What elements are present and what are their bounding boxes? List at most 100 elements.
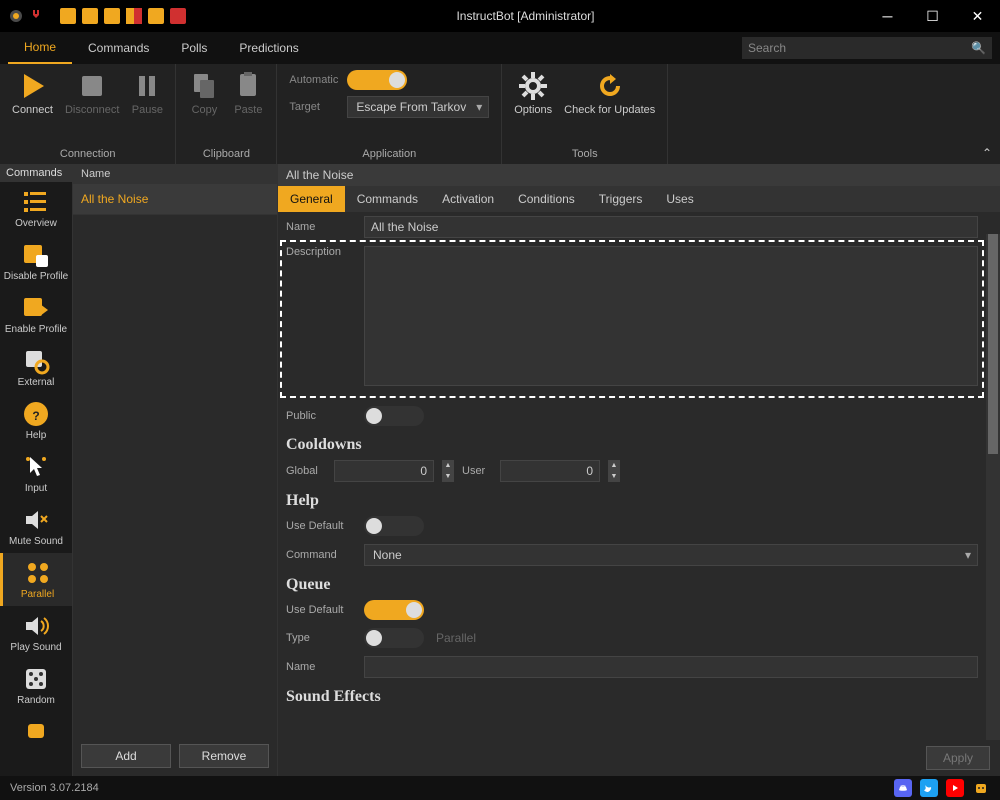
type-hint: Parallel xyxy=(436,631,476,645)
play-icon xyxy=(16,70,48,102)
type-toggle[interactable] xyxy=(364,628,424,648)
section-cooldowns: Cooldowns xyxy=(278,430,1000,456)
search-icon: 🔍 xyxy=(971,41,986,55)
global-input[interactable] xyxy=(334,460,434,482)
paste-button[interactable]: Paste xyxy=(232,70,264,116)
command-label: Command xyxy=(286,549,356,561)
connect-button[interactable]: Connect xyxy=(12,70,53,116)
type-label: Type xyxy=(286,632,356,644)
ribbon-group-label: Connection xyxy=(12,144,163,164)
external-icon xyxy=(22,347,50,375)
apply-button[interactable]: Apply xyxy=(926,746,990,770)
tab-predictions[interactable]: Predictions xyxy=(223,33,314,63)
queue-name-label: Name xyxy=(286,661,356,673)
sidebar-item-play-sound[interactable]: Play Sound xyxy=(0,606,72,659)
parallel-icon xyxy=(24,559,52,587)
detail-tab-triggers[interactable]: Triggers xyxy=(587,186,655,212)
public-toggle[interactable] xyxy=(364,406,424,426)
section-queue: Queue xyxy=(278,570,1000,596)
badge-icon[interactable] xyxy=(148,8,164,24)
tab-home[interactable]: Home xyxy=(8,32,72,64)
ribbon-group-label: Application xyxy=(289,144,489,164)
robot-icon xyxy=(22,718,50,746)
badge-icon[interactable] xyxy=(170,8,186,24)
svg-text:?: ? xyxy=(32,409,39,423)
window-title: InstructBot [Administrator] xyxy=(186,9,865,23)
copy-button[interactable]: Copy xyxy=(188,70,220,116)
sidebar-item-input[interactable]: Input xyxy=(0,447,72,500)
youtube-icon[interactable] xyxy=(946,779,964,797)
use-default-label: Use Default xyxy=(286,520,356,532)
user-spinner[interactable]: ▲▼ xyxy=(608,460,620,482)
check-updates-button[interactable]: Check for Updates xyxy=(564,70,655,116)
name-input[interactable] xyxy=(364,216,978,238)
minimize-button[interactable]: ─ xyxy=(865,0,910,32)
section-sound-effects: Sound Effects xyxy=(278,682,1000,708)
badge-icon[interactable] xyxy=(60,8,76,24)
description-label: Description xyxy=(286,246,356,258)
sidebar-item-random[interactable]: Random xyxy=(0,659,72,712)
detail-header: All the Noise xyxy=(278,164,1000,186)
sidebar-item-mute-sound[interactable]: Mute Sound xyxy=(0,500,72,553)
search-input[interactable]: 🔍 xyxy=(742,37,992,59)
ribbon-group-label: Clipboard xyxy=(188,144,264,164)
pause-button[interactable]: Pause xyxy=(131,70,163,116)
detail-tab-uses[interactable]: Uses xyxy=(654,186,705,212)
detail-tab-general[interactable]: General xyxy=(278,186,345,212)
app-icon xyxy=(8,8,24,24)
twitter-icon[interactable] xyxy=(920,779,938,797)
sidebar-item-external[interactable]: External xyxy=(0,341,72,394)
sidebar-title: Commands xyxy=(0,164,72,182)
ribbon-group-label: Tools xyxy=(514,144,655,164)
sidebar-item-disable-profile[interactable]: Disable Profile xyxy=(0,235,72,288)
queue-name-input[interactable] xyxy=(364,656,978,678)
close-button[interactable]: ✕ xyxy=(955,0,1000,32)
scrollbar[interactable] xyxy=(986,234,1000,740)
sidebar-item-more[interactable] xyxy=(0,712,72,752)
automatic-label: Automatic xyxy=(289,74,339,86)
dice-icon xyxy=(22,665,50,693)
badge-icon[interactable] xyxy=(126,8,142,24)
target-select[interactable]: Escape From Tarkov xyxy=(347,96,489,118)
options-button[interactable]: Options xyxy=(514,70,552,116)
collapse-ribbon-button[interactable]: ⌃ xyxy=(982,146,992,160)
sidebar-item-overview[interactable]: Overview xyxy=(0,182,72,235)
robot-icon[interactable] xyxy=(972,779,990,797)
queue-use-default-toggle[interactable] xyxy=(364,600,424,620)
user-input[interactable] xyxy=(500,460,600,482)
refresh-icon xyxy=(594,70,626,102)
plug-icon xyxy=(28,8,44,24)
description-input[interactable] xyxy=(364,246,978,386)
automatic-toggle[interactable] xyxy=(347,70,407,90)
global-label: Global xyxy=(286,465,326,477)
tab-polls[interactable]: Polls xyxy=(165,33,223,63)
help-use-default-toggle[interactable] xyxy=(364,516,424,536)
sidebar-item-enable-profile[interactable]: Enable Profile xyxy=(0,288,72,341)
detail-tab-commands[interactable]: Commands xyxy=(345,186,430,212)
version-label: Version 3.07.2184 xyxy=(10,782,886,794)
name-label: Name xyxy=(286,221,356,233)
stop-icon xyxy=(76,70,108,102)
tab-commands[interactable]: Commands xyxy=(72,33,165,63)
add-button[interactable]: Add xyxy=(81,744,171,768)
disconnect-button[interactable]: Disconnect xyxy=(65,70,119,116)
remove-button[interactable]: Remove xyxy=(179,744,269,768)
pause-icon xyxy=(131,70,163,102)
list-item[interactable]: All the Noise xyxy=(73,184,277,215)
target-label: Target xyxy=(289,101,339,113)
sound-icon xyxy=(22,612,50,640)
discord-icon[interactable] xyxy=(894,779,912,797)
global-spinner[interactable]: ▲▼ xyxy=(442,460,454,482)
badge-icon[interactable] xyxy=(82,8,98,24)
sidebar-item-parallel[interactable]: Parallel xyxy=(0,553,72,606)
badge-icon[interactable] xyxy=(104,8,120,24)
section-help: Help xyxy=(278,486,1000,512)
cursor-icon xyxy=(22,453,50,481)
command-select[interactable]: None xyxy=(364,544,978,566)
sidebar-item-help[interactable]: ? Help xyxy=(0,394,72,447)
profile-on-icon xyxy=(22,294,50,322)
maximize-button[interactable]: ☐ xyxy=(910,0,955,32)
profile-off-icon xyxy=(22,241,50,269)
detail-tab-activation[interactable]: Activation xyxy=(430,186,506,212)
detail-tab-conditions[interactable]: Conditions xyxy=(506,186,587,212)
